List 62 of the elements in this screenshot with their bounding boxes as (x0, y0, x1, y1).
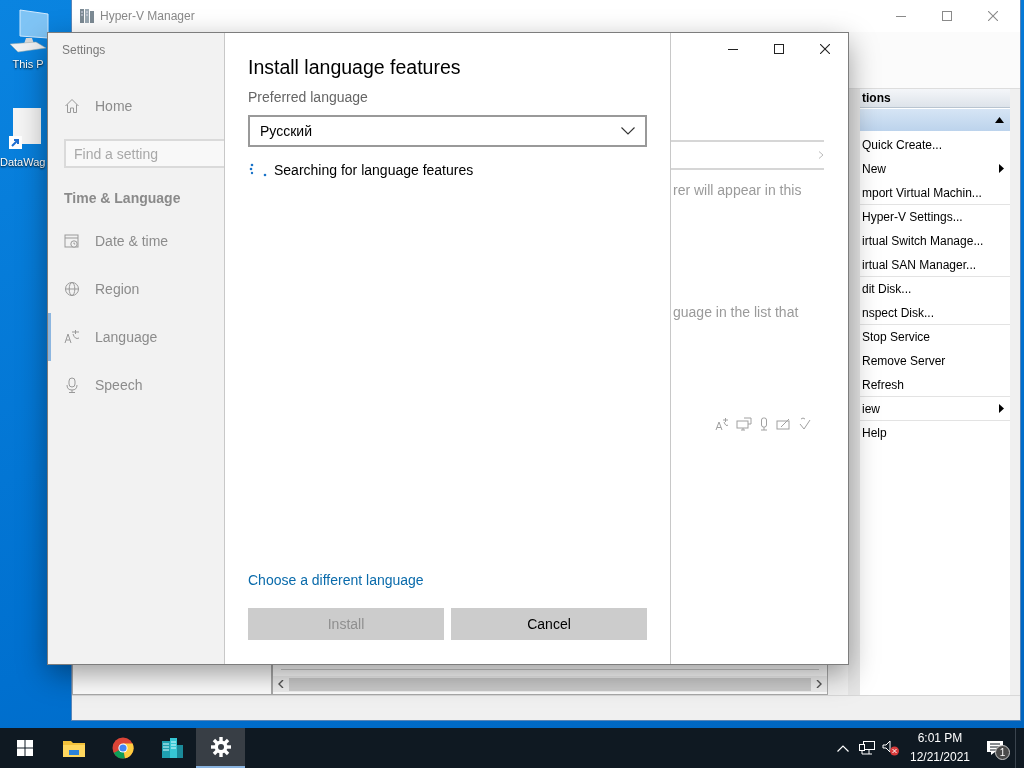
icon-label: DataWag (0, 156, 46, 168)
panel-header: tions (860, 89, 1010, 108)
microphone-icon (64, 377, 80, 393)
home-icon (64, 98, 80, 114)
scroll-right-icon[interactable] (815, 680, 823, 688)
action-item[interactable]: Stop Service (860, 324, 1010, 348)
clock-time[interactable]: 6:01 PM (917, 729, 963, 748)
action-item[interactable]: Refresh (860, 372, 1010, 396)
close-icon[interactable] (820, 44, 830, 54)
globe-icon (64, 281, 80, 297)
chevron-up-icon[interactable] (837, 744, 849, 752)
text-feature-icon (715, 417, 729, 431)
scroll-left-icon[interactable] (277, 680, 285, 688)
action-item[interactable]: Quick Create... (860, 132, 1010, 156)
field-label: Preferred language (248, 88, 369, 106)
collapse-icon[interactable] (995, 117, 1004, 123)
link[interactable]: Choose a different language (248, 572, 424, 588)
language-icon (64, 329, 80, 345)
settings-icon[interactable] (210, 737, 231, 757)
clock-date[interactable]: 12/21/2021 (909, 748, 971, 767)
action-item[interactable]: iew (860, 396, 1010, 420)
speaker-icon[interactable] (882, 740, 900, 756)
action-item[interactable]: mport Virtual Machin... (860, 180, 1010, 204)
action-item[interactable]: New (860, 156, 1010, 180)
windows-logo-icon[interactable] (16, 740, 33, 756)
horizontal-scrollbar[interactable] (273, 676, 827, 692)
clock-icon (64, 233, 80, 249)
description-text: rer will appear in this (672, 182, 803, 198)
chevron-right-icon (818, 151, 824, 159)
handwriting-check-icon (798, 417, 812, 431)
action-item[interactable]: irtual SAN Manager... (860, 252, 1010, 276)
submenu-arrow-icon (999, 404, 1004, 413)
dialog-title: Install language features (248, 55, 462, 80)
chevron-down-icon (621, 127, 635, 135)
cancel-button[interactable]: Cancel (451, 608, 647, 640)
language-dropdown[interactable]: Русский (248, 115, 647, 147)
maximize-icon[interactable] (774, 44, 784, 54)
description-text: guage in the list that (672, 304, 800, 320)
server-icon (80, 8, 94, 24)
action-item[interactable]: irtual Switch Manage... (860, 228, 1010, 252)
section-heading: Time & Language (64, 190, 182, 206)
notification-badge: 1 (995, 745, 1010, 760)
action-item[interactable]: nspect Disk... (860, 300, 1010, 324)
buildings-icon[interactable] (160, 737, 183, 759)
search-field[interactable]: Find a setting (64, 139, 224, 168)
action-item[interactable]: Help (860, 420, 1010, 444)
icon-label: This P (12, 58, 44, 70)
window-title: Hyper-V Manager (100, 9, 196, 23)
spinner-icon (249, 163, 267, 177)
browser-icon[interactable] (111, 737, 134, 759)
taskbar-button[interactable] (196, 728, 245, 768)
display-icon (736, 417, 752, 431)
action-item[interactable]: Remove Server (860, 348, 1010, 372)
submenu-arrow-icon (999, 164, 1004, 173)
folder-icon[interactable] (62, 739, 85, 757)
network-icon[interactable] (859, 741, 875, 755)
microphone-icon (759, 417, 769, 431)
status-text: Searching for language features (274, 162, 474, 178)
action-item[interactable]: dit Disk... (860, 276, 1010, 300)
pen-icon (776, 417, 791, 431)
window-title: Settings (61, 42, 107, 59)
action-item[interactable]: Hyper-V Settings... (860, 204, 1010, 228)
